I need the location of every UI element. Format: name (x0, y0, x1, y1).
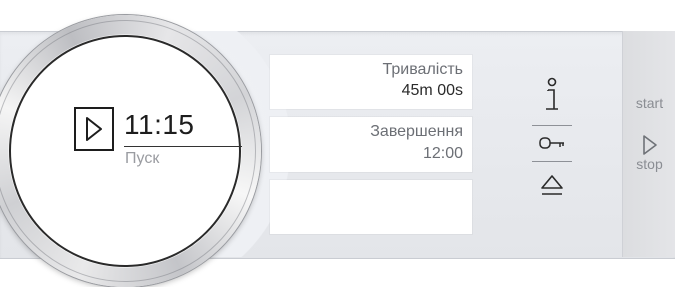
play-outline-icon (86, 117, 102, 141)
knob-time: 11:15 (124, 109, 195, 140)
finish-time-box[interactable]: Завершення 12:00 (270, 117, 472, 172)
knob-divider (124, 146, 242, 147)
empty-option-box[interactable] (270, 180, 472, 234)
stop-label: stop (636, 156, 663, 172)
icon-divider (532, 161, 572, 162)
finish-value: 12:00 (422, 145, 463, 162)
play-outline-icon[interactable] (641, 134, 659, 156)
duration-title: Тривалість (382, 61, 463, 78)
start-stop-strip[interactable]: start stop (622, 31, 675, 257)
knob-play-button[interactable] (74, 107, 114, 151)
icon-divider (532, 125, 572, 126)
duration-value: 45m 00s (401, 82, 463, 99)
finish-title: Завершення (370, 123, 463, 140)
info-icon[interactable] (532, 77, 572, 113)
key-icon[interactable] (532, 134, 572, 154)
eject-icon[interactable] (532, 170, 572, 204)
knob-status: Пуск (125, 150, 160, 167)
duration-box[interactable]: Тривалість 45m 00s (270, 55, 472, 109)
start-label: start (635, 95, 664, 111)
